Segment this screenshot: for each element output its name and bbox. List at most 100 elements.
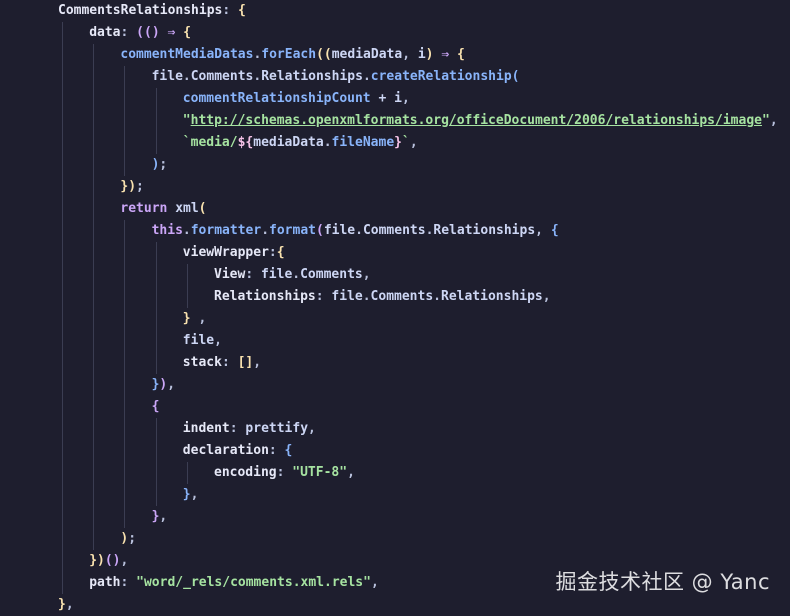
code-line[interactable]: })(), xyxy=(89,550,128,572)
code-line[interactable]: `media/${mediaData.fileName}`, xyxy=(183,132,418,154)
code-token: { xyxy=(456,47,465,62)
code-token: encoding xyxy=(214,465,277,480)
code-line[interactable]: stack: [], xyxy=(183,352,261,374)
code-line[interactable]: View: file.Comments, xyxy=(214,264,371,286)
code-token: , xyxy=(347,465,355,480)
code-token: } xyxy=(394,135,402,150)
code-line[interactable]: declaration: { xyxy=(183,440,293,462)
code-token: , xyxy=(402,47,418,62)
code-token: ) xyxy=(151,25,168,40)
code-token: { xyxy=(550,223,559,238)
code-token: return xyxy=(120,201,176,216)
code-token: , xyxy=(401,91,410,106)
code-token: Relationships xyxy=(433,223,536,238)
code-token: formatter xyxy=(190,223,262,238)
code-token: { xyxy=(276,245,285,260)
code-line[interactable]: } , xyxy=(183,308,206,330)
code-token: : xyxy=(221,355,238,370)
code-token: : xyxy=(120,25,137,40)
code-token: (( xyxy=(316,47,332,62)
code-line[interactable]: { xyxy=(152,396,160,418)
code-token: , xyxy=(535,223,551,238)
code-token: View xyxy=(214,267,246,282)
code-line[interactable]: encoding: "UTF-8", xyxy=(214,462,355,484)
code-token: ( xyxy=(511,69,520,84)
indent-guide xyxy=(124,66,126,176)
code-token: , xyxy=(190,487,199,502)
code-token: commentMediaDatas xyxy=(120,47,254,62)
code-token: : xyxy=(229,421,246,436)
code-line[interactable]: }, xyxy=(183,484,199,506)
code-line[interactable]: commentRelationshipCount + i, xyxy=(183,88,410,110)
code-line[interactable]: viewWrapper:{ xyxy=(183,242,285,264)
code-token: viewWrapper xyxy=(182,245,269,260)
code-line[interactable]: }), xyxy=(152,374,175,396)
code-token: }) xyxy=(120,179,137,194)
code-token: . xyxy=(355,223,363,238)
code-token: Relationships xyxy=(441,289,543,304)
code-line[interactable]: "http://schemas.openxmlformats.org/offic… xyxy=(183,110,778,132)
code-token: { xyxy=(183,25,191,40)
indent-guide xyxy=(186,264,188,308)
code-token: + xyxy=(370,91,395,106)
code-line[interactable]: file.Comments.Relationships.createRelati… xyxy=(152,66,520,88)
code-token: "word/_rels/comments.xml.rels" xyxy=(136,575,371,590)
code-token: mediaData xyxy=(331,47,403,62)
code-token: : xyxy=(268,443,285,458)
code-token: } xyxy=(58,597,66,612)
code-token: fileName xyxy=(331,135,395,150)
code-token: : xyxy=(120,575,137,590)
code-token: . xyxy=(433,289,441,304)
code-line[interactable]: data: (() ⇒ { xyxy=(89,22,191,44)
code-token: }) xyxy=(89,553,105,568)
code-token: data xyxy=(89,25,121,40)
code-line[interactable]: return xml( xyxy=(120,198,206,220)
code-line[interactable]: }); xyxy=(120,176,143,198)
code-token: this xyxy=(151,223,183,238)
code-token: prettify xyxy=(245,421,309,436)
code-line[interactable]: this.formatter.format(file.Comments.Rela… xyxy=(152,220,559,242)
code-line[interactable]: ); xyxy=(152,154,168,176)
code-token: ⇒ xyxy=(167,25,184,40)
code-token: CommentsRelationships xyxy=(58,3,223,18)
code-token: file xyxy=(260,267,293,282)
code-token: { xyxy=(151,399,160,414)
code-token: , xyxy=(159,509,168,524)
code-token: } xyxy=(182,487,191,502)
code-token: file xyxy=(323,223,356,238)
watermark-text: 掘金技术社区 @ Yanc xyxy=(555,570,770,594)
code-line[interactable]: commentMediaDatas.forEach((mediaData, i)… xyxy=(120,44,464,66)
code-token: indent xyxy=(182,421,230,436)
code-token: forEach xyxy=(261,47,317,62)
code-token: } xyxy=(182,311,191,326)
code-token: , xyxy=(214,333,222,348)
code-editor[interactable]: CommentsRelationships: {data: (() ⇒ {com… xyxy=(0,0,790,614)
code-token: ; xyxy=(128,531,137,546)
code-token: : xyxy=(276,465,293,480)
code-line[interactable]: path: "word/_rels/comments.xml.rels", xyxy=(89,572,379,594)
indent-guide xyxy=(62,22,63,594)
code-token: Relationships xyxy=(214,289,316,304)
code-token: file xyxy=(182,333,215,348)
code-token: ⇒ xyxy=(441,47,457,62)
code-token: [] xyxy=(237,355,254,370)
code-token: , xyxy=(308,421,316,436)
code-token: ${ xyxy=(237,135,254,150)
code-token: { xyxy=(238,3,246,18)
code-token: Comments xyxy=(300,267,363,282)
code-token: , xyxy=(190,311,207,326)
code-token: i xyxy=(394,91,402,106)
code-line[interactable]: file, xyxy=(183,330,222,352)
code-line[interactable]: }, xyxy=(152,506,168,528)
code-token: createRelationship xyxy=(370,69,512,84)
code-line[interactable]: }, xyxy=(58,594,74,616)
code-token: (( xyxy=(136,25,152,40)
code-token: Comments xyxy=(362,223,426,238)
code-line[interactable]: Relationships: file.Comments.Relationshi… xyxy=(214,286,551,308)
code-line[interactable]: CommentsRelationships: { xyxy=(58,0,246,22)
code-token: " xyxy=(182,113,191,128)
code-line[interactable]: ); xyxy=(120,528,136,550)
code-line[interactable]: indent: prettify, xyxy=(183,418,316,440)
code-token: . xyxy=(323,135,332,150)
code-token: ` xyxy=(401,135,410,150)
